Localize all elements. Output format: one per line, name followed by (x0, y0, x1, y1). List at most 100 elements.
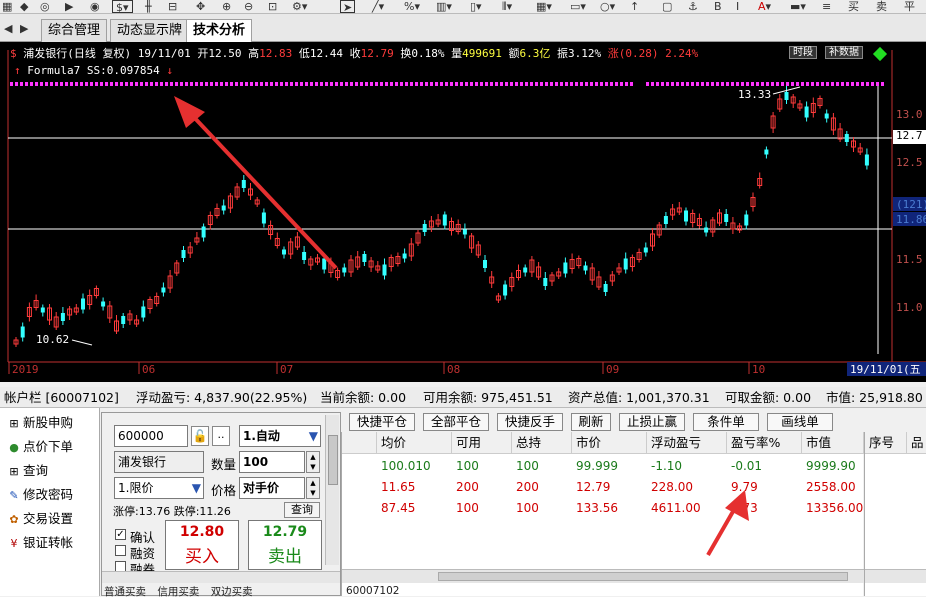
rect-icon[interactable]: ▭▾ (570, 0, 586, 13)
candle-body-down (744, 214, 749, 226)
col-available[interactable]: 可用 (452, 432, 512, 454)
right-hscroll[interactable] (865, 569, 926, 583)
quick-close-button[interactable]: 快捷平仓 (349, 413, 415, 431)
date-label: 08 (447, 363, 460, 376)
lock-icon[interactable]: ▢ (662, 0, 672, 13)
menu-item-label: 点价下单 (23, 439, 74, 454)
kline-box-icon[interactable]: ⊟ (168, 0, 177, 13)
table-icon[interactable]: ▦▾ (536, 0, 552, 13)
tab-scroll-left-icon[interactable]: ◀ (4, 22, 12, 35)
quick-reverse-button[interactable]: 快捷反手 (497, 413, 563, 431)
arrow-up-icon[interactable]: ↑ (630, 0, 639, 13)
marker-dot (330, 82, 333, 86)
stop-loss-profit-button[interactable]: 止损止赢 (619, 413, 685, 431)
buy-button[interactable]: 12.80 买入 (165, 520, 239, 570)
col-market-value[interactable]: 市值 (802, 432, 864, 454)
kline-icon[interactable]: ╫ (145, 0, 152, 13)
tab-bilateral-trade[interactable]: 双边买卖 (211, 586, 253, 597)
code-input[interactable]: 600000 (114, 425, 188, 447)
confirm-checkbox[interactable]: ✓ (115, 529, 126, 540)
gear-icon[interactable]: ⚙▾ (292, 0, 307, 13)
price-stepper[interactable]: ▲ ▼ (306, 477, 320, 499)
kline-chart[interactable]: $ 浦发银行(日线 复权) 19/11/01 开12.50 高12.83 低12… (0, 42, 926, 382)
italic-icon[interactable]: I (736, 0, 739, 13)
bold-icon[interactable]: B (714, 0, 722, 13)
margin-checkbox[interactable] (115, 545, 126, 556)
marker-dot (716, 82, 719, 86)
marker-dot (565, 82, 568, 86)
channel-icon[interactable]: ⫴▾ (502, 0, 512, 13)
menu-item-5[interactable]: ¥ 银证转帐 (8, 532, 74, 554)
menu-icon[interactable]: ≡ (822, 0, 831, 13)
grid-icon[interactable]: ▦ (2, 0, 12, 13)
marker-dot (671, 82, 674, 86)
table-cell: 12.79 (576, 480, 611, 494)
sell-button[interactable]: 12.79 卖出 (248, 520, 322, 570)
font-color-icon[interactable]: A▾ (758, 0, 771, 13)
fit-icon[interactable]: ⊡ (268, 0, 277, 13)
tab-dynamic-board[interactable]: 动态显示牌 (110, 19, 190, 42)
col-seq[interactable]: 序号 (865, 432, 907, 454)
percent-icon[interactable]: %▾ (404, 0, 420, 13)
flat-icon[interactable]: 平 (904, 0, 915, 13)
order-scrollbar[interactable] (325, 415, 339, 565)
bars-icon[interactable]: ▥▾ (436, 0, 452, 13)
marker-dot (721, 82, 724, 86)
menu-item-0[interactable]: ⊞ 新股申购 (8, 412, 73, 434)
col-market-price[interactable]: 市价 (572, 432, 647, 454)
pointer-icon[interactable]: ➤ (340, 0, 356, 13)
col-float-pl[interactable]: 浮动盈亏 (647, 432, 727, 454)
anchor-icon[interactable]: ⚓ (688, 0, 698, 13)
order-type-select[interactable]: 1.限价 ▼ (114, 477, 204, 499)
price-input[interactable]: 对手价 (239, 477, 305, 499)
table-hscroll[interactable] (342, 569, 864, 583)
line-icon[interactable]: ╱▾ (372, 0, 384, 13)
candle-body-down (684, 210, 688, 222)
qty-stepper[interactable]: ▲ ▼ (306, 451, 320, 473)
auto-select[interactable]: 1.自动 ▼ (239, 425, 321, 447)
menu-item-label: 查询 (23, 463, 49, 478)
refresh-button[interactable]: 刷新 (571, 413, 611, 431)
marker-dot (771, 82, 774, 86)
play-icon[interactable]: ▶ (65, 0, 73, 13)
menu-item-1[interactable]: ● 点价下单 (8, 436, 73, 458)
marker-dot (465, 82, 468, 86)
move-icon[interactable]: ✥ (196, 0, 205, 13)
order-hscroll[interactable] (102, 571, 340, 583)
record-icon[interactable]: ◉ (90, 0, 100, 13)
menu-item-3[interactable]: ✎ 修改密码 (8, 484, 73, 506)
col-avg-price[interactable]: 均价 (377, 432, 452, 454)
menu-item-4[interactable]: ✿ 交易设置 (8, 508, 73, 530)
menu-item-2[interactable]: ⊞ 查询 (8, 460, 48, 482)
table-header-blank (342, 432, 377, 454)
close-all-button[interactable]: 全部平仓 (423, 413, 489, 431)
marker-dot (20, 82, 23, 86)
tab-credit-trade[interactable]: 信用买卖 (157, 586, 199, 597)
diamond-icon[interactable]: ◆ (20, 0, 28, 13)
lock-icon[interactable]: 🔓 (191, 426, 209, 446)
col-pl-rate[interactable]: 盈亏率% (727, 432, 802, 454)
dollar-icon[interactable]: $▾ (112, 0, 133, 13)
tab-scroll-right-icon[interactable]: ▶ (20, 22, 28, 35)
qty-input[interactable]: 100 (239, 451, 305, 473)
candle-body-down (101, 301, 106, 307)
sell-icon[interactable]: 卖 (876, 0, 887, 13)
query-button[interactable]: 查询 (284, 502, 320, 518)
line-order-button[interactable]: 画线单 (767, 413, 833, 431)
browse-button[interactable]: .. (212, 426, 230, 446)
col-product[interactable]: 品 (907, 432, 926, 454)
fill-icon[interactable]: ▬▾ (790, 0, 806, 13)
circle-icon[interactable]: ○▾ (600, 0, 615, 13)
float-pl: 浮动盈亏: 4,837.90(22.95%) (136, 390, 308, 405)
col-total[interactable]: 总持 (512, 432, 572, 454)
zoom-out-icon[interactable]: ⊖ (244, 0, 253, 13)
target-icon[interactable]: ◎ (40, 0, 50, 13)
tab-normal-trade[interactable]: 普通买卖 (104, 586, 146, 597)
buy-icon[interactable]: 买 (848, 0, 859, 13)
price-label: 11.0 (896, 301, 923, 314)
zoom-in-icon[interactable]: ⊕ (222, 0, 231, 13)
column-icon[interactable]: ▯▾ (470, 0, 482, 13)
conditional-order-button[interactable]: 条件单 (693, 413, 759, 431)
tab-technical-analysis[interactable]: 技术分析 (186, 19, 253, 43)
tab-management[interactable]: 综合管理 (41, 19, 108, 42)
